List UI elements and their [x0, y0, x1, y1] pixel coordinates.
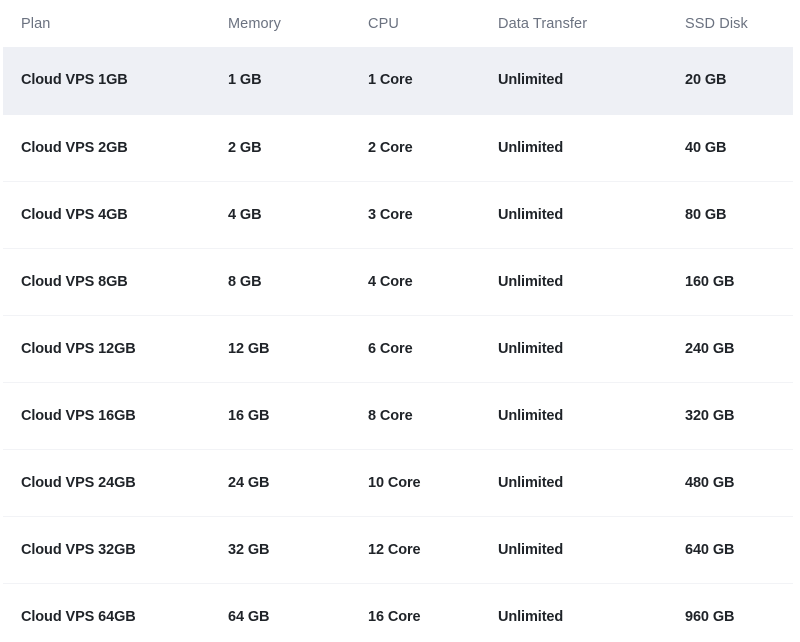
cell-memory: 32 GB — [228, 515, 368, 583]
table-row[interactable]: Cloud VPS 1GB 1 GB 1 Core Unlimited 20 GB — [3, 47, 793, 114]
cell-disk: 960 GB — [685, 582, 793, 642]
cell-transfer: Unlimited — [498, 381, 685, 449]
cell-transfer: Unlimited — [498, 314, 685, 382]
vps-plans-table: Plan Memory CPU Data Transfer SSD Disk C… — [3, 0, 793, 642]
cell-plan: Cloud VPS 4GB — [3, 180, 228, 248]
cell-memory: 1 GB — [228, 47, 368, 114]
cell-disk: 40 GB — [685, 113, 793, 181]
cell-plan: Cloud VPS 64GB — [3, 582, 228, 642]
table-row[interactable]: Cloud VPS 64GB 64 GB 16 Core Unlimited 960 G… — [3, 582, 793, 642]
cell-memory: 64 GB — [228, 582, 368, 642]
cell-transfer: Unlimited — [498, 113, 685, 181]
column-header-memory[interactable]: Memory — [228, 0, 368, 47]
table-row[interactable]: Cloud VPS 32GB 32 GB 12 Core Unlimited 640 G… — [3, 515, 793, 583]
cell-cpu: 2 Core — [368, 113, 498, 181]
cell-memory: 2 GB — [228, 113, 368, 181]
cell-memory: 24 GB — [228, 448, 368, 516]
cell-cpu: 16 Core — [368, 582, 498, 642]
cell-cpu: 12 Core — [368, 515, 498, 583]
vps-plans-table-container: Plan Memory CPU Data Transfer SSD Disk C… — [0, 0, 800, 642]
cell-plan: Cloud VPS 2GB — [3, 113, 228, 181]
table-body: Cloud VPS 1GB 1 GB 1 Core Unlimited 20 GB Clo… — [3, 47, 793, 642]
column-header-disk[interactable]: SSD Disk — [685, 0, 793, 47]
cell-transfer: Unlimited — [498, 247, 685, 315]
cell-memory: 12 GB — [228, 314, 368, 382]
cell-cpu: 6 Core — [368, 314, 498, 382]
column-header-transfer[interactable]: Data Transfer — [498, 0, 685, 47]
table-row[interactable]: Cloud VPS 8GB 8 GB 4 Core Unlimited 160 GB — [3, 247, 793, 315]
cell-cpu: 4 Core — [368, 247, 498, 315]
cell-plan: Cloud VPS 1GB — [3, 47, 228, 114]
cell-memory: 4 GB — [228, 180, 368, 248]
cell-disk: 160 GB — [685, 247, 793, 315]
cell-plan: Cloud VPS 16GB — [3, 381, 228, 449]
column-header-plan[interactable]: Plan — [3, 0, 228, 47]
cell-disk: 240 GB — [685, 314, 793, 382]
cell-plan: Cloud VPS 32GB — [3, 515, 228, 583]
cell-cpu: 1 Core — [368, 47, 498, 114]
cell-transfer: Unlimited — [498, 582, 685, 642]
cell-memory: 8 GB — [228, 247, 368, 315]
table-row[interactable]: Cloud VPS 4GB 4 GB 3 Core Unlimited 80 GB — [3, 180, 793, 248]
cell-cpu: 8 Core — [368, 381, 498, 449]
cell-transfer: Unlimited — [498, 448, 685, 516]
column-header-cpu[interactable]: CPU — [368, 0, 498, 47]
cell-disk: 80 GB — [685, 180, 793, 248]
table-row[interactable]: Cloud VPS 16GB 16 GB 8 Core Unlimited 320 GB — [3, 381, 793, 449]
cell-transfer: Unlimited — [498, 515, 685, 583]
table-row[interactable]: Cloud VPS 2GB 2 GB 2 Core Unlimited 40 GB — [3, 113, 793, 181]
cell-memory: 16 GB — [228, 381, 368, 449]
cell-cpu: 3 Core — [368, 180, 498, 248]
cell-transfer: Unlimited — [498, 47, 685, 114]
cell-cpu: 10 Core — [368, 448, 498, 516]
cell-disk: 640 GB — [685, 515, 793, 583]
cell-plan: Cloud VPS 24GB — [3, 448, 228, 516]
cell-disk: 20 GB — [685, 47, 793, 114]
table-header-row: Plan Memory CPU Data Transfer SSD Disk — [3, 0, 793, 47]
cell-disk: 320 GB — [685, 381, 793, 449]
cell-transfer: Unlimited — [498, 180, 685, 248]
cell-plan: Cloud VPS 8GB — [3, 247, 228, 315]
cell-disk: 480 GB — [685, 448, 793, 516]
table-header: Plan Memory CPU Data Transfer SSD Disk — [3, 0, 793, 47]
table-row[interactable]: Cloud VPS 24GB 24 GB 10 Core Unlimited 480 G… — [3, 448, 793, 516]
cell-plan: Cloud VPS 12GB — [3, 314, 228, 382]
table-row[interactable]: Cloud VPS 12GB 12 GB 6 Core Unlimited 240 GB — [3, 314, 793, 382]
